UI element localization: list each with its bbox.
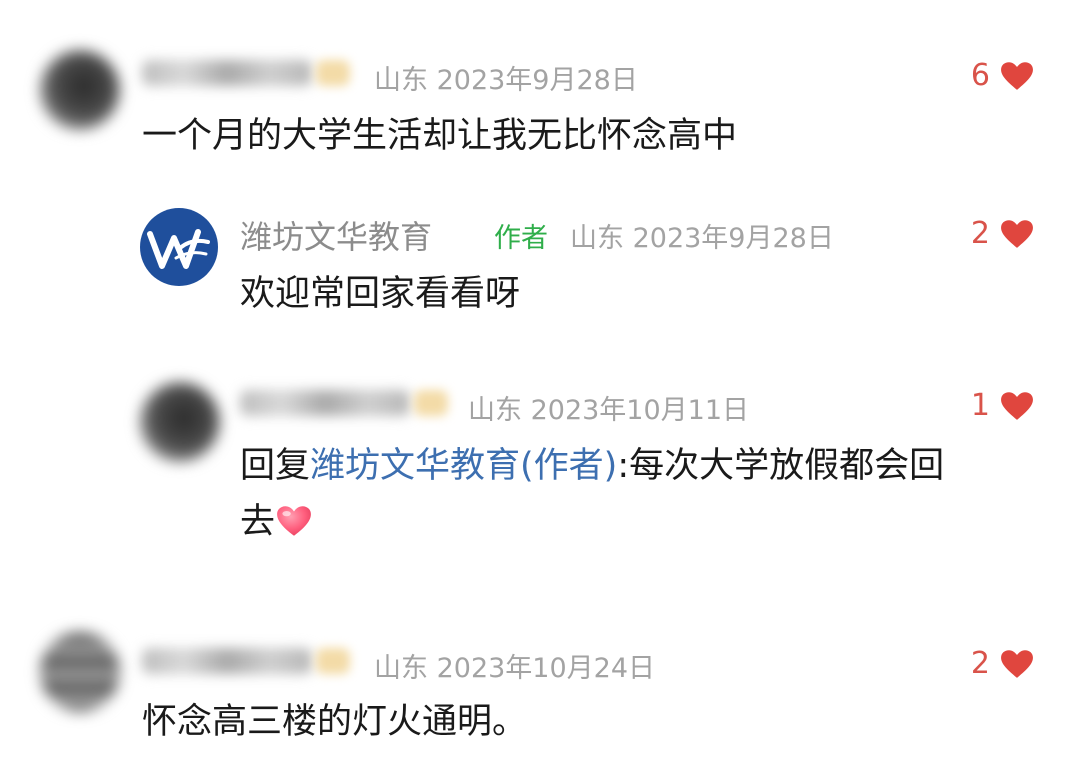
- blurred-nickname[interactable]: [142, 60, 312, 86]
- date-label: 2023年9月28日: [632, 223, 834, 254]
- like-button[interactable]: 2: [971, 216, 1034, 251]
- comment-text[interactable]: 回复潍坊文华教育(作者):每次大学放假都会回 去: [240, 438, 1040, 550]
- comment-text[interactable]: 一个月的大学生活却让我无比怀念高中: [142, 108, 737, 164]
- logo-mark-icon: [147, 229, 210, 269]
- location-label: 山东: [570, 223, 624, 254]
- comment-text[interactable]: 怀念高三楼的灯火通明。: [142, 694, 527, 750]
- heart-icon[interactable]: [1000, 219, 1034, 249]
- comment-line-2: 去: [240, 494, 1040, 550]
- like-count: 2: [970, 646, 990, 681]
- heart-icon[interactable]: [1000, 391, 1034, 421]
- like-count: 6: [970, 58, 990, 93]
- location-label: 山东: [468, 395, 522, 426]
- reply-prefix: 回复: [240, 446, 311, 486]
- comment-text-line2: 去: [240, 502, 276, 542]
- avatar[interactable]: [140, 382, 220, 462]
- comment-text[interactable]: 欢迎常回家看看呀: [240, 266, 520, 322]
- blurred-badge-icon: [316, 648, 350, 674]
- heart-emoji-icon: [277, 506, 311, 536]
- blurred-nickname[interactable]: [240, 390, 410, 416]
- like-count: 1: [970, 388, 990, 423]
- avatar[interactable]: [40, 632, 120, 712]
- blurred-badge-icon: [414, 390, 448, 416]
- date-label: 2023年9月28日: [436, 65, 638, 96]
- comment-text-line1: 每次大学放假都会回: [629, 446, 945, 486]
- comment-meta: 山东 2023年10月24日: [374, 646, 655, 685]
- like-button[interactable]: 2: [971, 646, 1034, 681]
- avatar[interactable]: [40, 50, 120, 130]
- logo-icon[interactable]: [140, 208, 218, 286]
- author-badge: 作者: [494, 223, 548, 254]
- comment-meta: 山东 2023年9月28日: [570, 216, 834, 255]
- blurred-badge-icon: [316, 60, 350, 86]
- like-button[interactable]: 1: [971, 388, 1034, 423]
- heart-icon[interactable]: [1000, 649, 1034, 679]
- like-count: 2: [970, 216, 990, 251]
- comment-line-1: 回复潍坊文华教育(作者):每次大学放假都会回: [240, 438, 1040, 494]
- comment-meta: 山东 2023年9月28日: [374, 58, 638, 97]
- comment-meta: 山东 2023年10月11日: [468, 388, 749, 427]
- blurred-nickname[interactable]: [142, 648, 312, 674]
- location-label: 山东: [374, 65, 428, 96]
- like-button[interactable]: 6: [971, 58, 1034, 93]
- author-name[interactable]: 潍坊文华教育: [240, 212, 432, 258]
- date-label: 2023年10月11日: [530, 395, 750, 426]
- location-label: 山东: [374, 653, 428, 684]
- reply-target-link[interactable]: 潍坊文华教育(作者): [310, 446, 617, 486]
- date-label: 2023年10月24日: [436, 653, 656, 684]
- heart-icon[interactable]: [1000, 61, 1034, 91]
- reply-separator: :: [617, 446, 630, 486]
